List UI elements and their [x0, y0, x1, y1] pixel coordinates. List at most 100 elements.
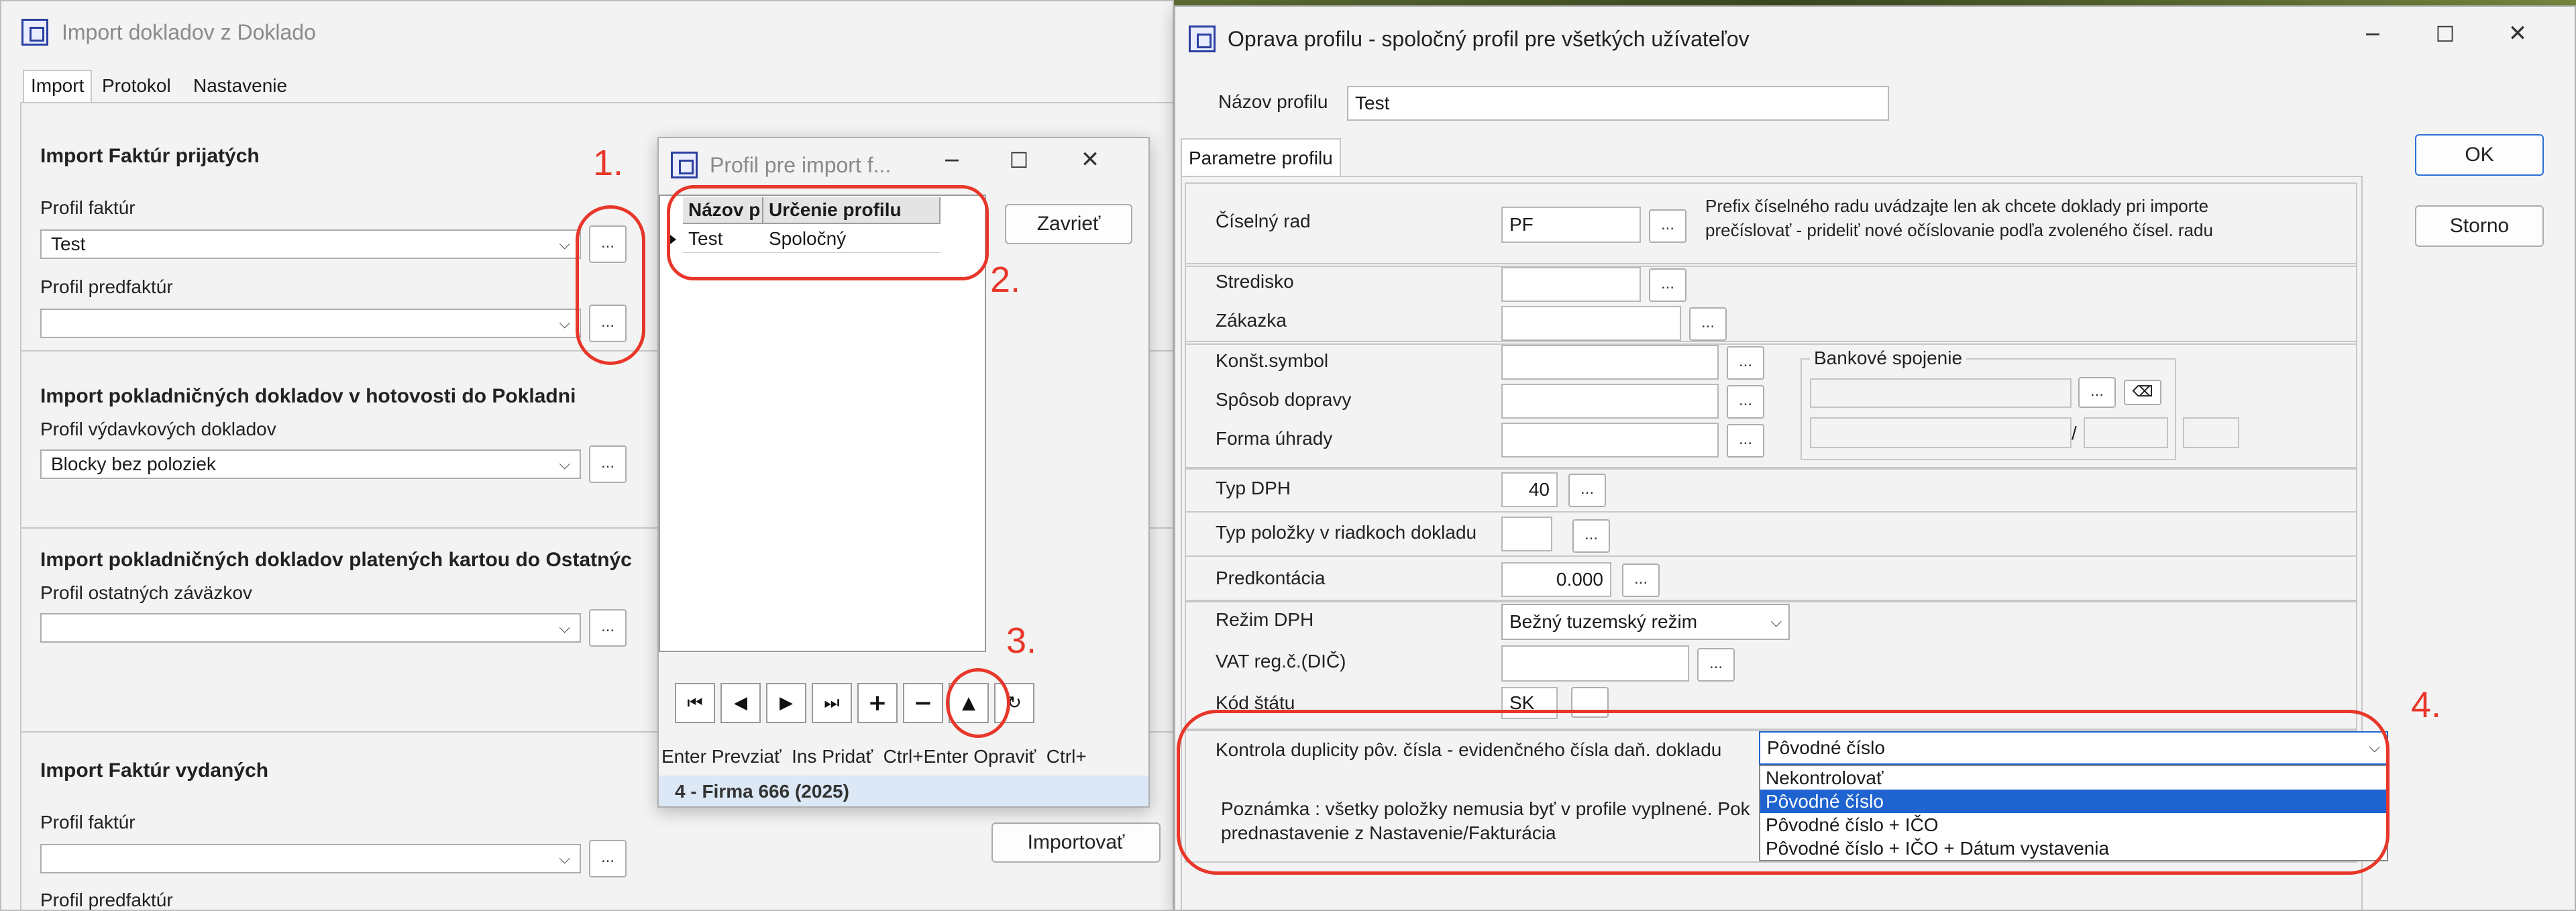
stredisko-browse-button[interactable]: ...: [1649, 268, 1686, 302]
minimize-icon[interactable]: ─: [2356, 21, 2390, 47]
forma-uhrady-browse-button[interactable]: ...: [1727, 424, 1764, 458]
bankove-specificky-input[interactable]: [2183, 417, 2239, 448]
sposob-dopravy-label: Spôsob dopravy: [1216, 389, 1352, 410]
stredisko-input[interactable]: [1501, 267, 1641, 302]
typ-polozky-input[interactable]: [1501, 517, 1552, 551]
group-predkontacia: [1185, 555, 2357, 602]
typ-dph-browse-button[interactable]: ...: [1568, 474, 1606, 507]
chevron-down-icon: ⌵: [559, 619, 570, 637]
zakazka-browse-button[interactable]: ...: [1689, 307, 1727, 341]
annotation-number-4: 4.: [2411, 685, 2442, 725]
profil-vydavkovych-value: Blocky bez poloziek: [51, 453, 216, 474]
konst-symbol-browse-button[interactable]: ...: [1727, 346, 1764, 380]
group-typ-dph: [1185, 467, 2357, 513]
bankove-cislo-input[interactable]: [1810, 417, 2072, 448]
sposob-dopravy-input[interactable]: [1501, 384, 1719, 419]
profil-ostatnych-combo[interactable]: ⌵: [40, 613, 581, 643]
add-record-icon[interactable]: +: [857, 683, 898, 723]
nazov-profilu-input[interactable]: Test: [1347, 86, 1889, 121]
zakazka-label: Zákazka: [1216, 310, 1287, 331]
forma-uhrady-input[interactable]: [1501, 423, 1719, 458]
clear-icon[interactable]: ⌫: [2124, 380, 2161, 405]
profil-faktur-vydane-browse-button[interactable]: ...: [589, 840, 627, 877]
profil-window-titlebar[interactable]: Profil pre import f... ─ ☐ ✕: [659, 138, 1148, 192]
predkontacia-label: Predkontácia: [1216, 568, 1326, 588]
vat-reg-label: VAT reg.č.(DIČ): [1216, 651, 1346, 672]
ciselny-rad-input[interactable]: PF: [1501, 207, 1641, 243]
typ-dph-value: 40: [1528, 479, 1550, 500]
bankove-ucet-input[interactable]: [1810, 378, 2072, 408]
chevron-down-icon: ⌵: [559, 455, 570, 473]
maximize-icon[interactable]: ☐: [2428, 21, 2462, 47]
annotation-circle-2: [667, 185, 989, 280]
vat-reg-browse-button[interactable]: ...: [1697, 648, 1735, 682]
previous-record-icon[interactable]: ◀: [720, 683, 761, 723]
chevron-down-icon: ⌵: [559, 235, 570, 253]
annotation-number-1: 1.: [593, 143, 624, 183]
profil-vydavkovych-browse-button[interactable]: ...: [589, 445, 627, 483]
section-faktury-prijate: Import Faktúr prijatých: [40, 145, 260, 167]
typ-polozky-label: Typ položky v riadkoch dokladu: [1216, 522, 1477, 543]
import-window-titlebar[interactable]: Import dokladov z Doklado: [1, 1, 1173, 63]
profil-faktur-combo[interactable]: Test ⌵: [40, 229, 581, 259]
bankove-browse-button[interactable]: ...: [2078, 377, 2116, 408]
storno-button[interactable]: Storno: [2415, 205, 2544, 247]
close-icon[interactable]: ✕: [1073, 146, 1107, 173]
profil-ostatnych-browse-button[interactable]: ...: [589, 609, 627, 647]
last-record-icon[interactable]: ⏭: [812, 683, 852, 723]
profil-faktur-label: Profil faktúr: [40, 197, 136, 218]
ciselny-rad-value: PF: [1509, 214, 1534, 235]
zakazka-input[interactable]: [1501, 306, 1681, 341]
profil-predfaktur-combo[interactable]: ⌵: [40, 309, 581, 338]
zavriet-button[interactable]: Zavrieť: [1005, 204, 1132, 244]
ciselny-rad-browse-button[interactable]: ...: [1649, 209, 1686, 243]
app-icon: [1189, 25, 1216, 52]
predkontacia-input[interactable]: 0.000: [1501, 562, 1611, 597]
annotation-circle-1: [576, 205, 645, 365]
import-window-title: Import dokladov z Doklado: [62, 19, 316, 44]
close-icon[interactable]: ✕: [2501, 20, 2534, 47]
next-record-icon[interactable]: ▶: [766, 683, 806, 723]
oprava-titlebar[interactable]: Oprava profilu - spoločný profil pre vše…: [1175, 7, 2575, 71]
first-record-icon[interactable]: ⏮: [675, 683, 715, 723]
annotation-circle-3: [946, 668, 1010, 738]
chevron-down-icon: ⌵: [559, 850, 570, 867]
rezim-dph-value: Bežný tuzemský režim: [1509, 611, 1698, 632]
annotation-number-2: 2.: [990, 260, 1021, 300]
profil-vydavkovych-combo[interactable]: Blocky bez poloziek ⌵: [40, 449, 581, 479]
chevron-down-icon: ⌵: [1770, 613, 1782, 631]
nazov-profilu-value: Test: [1355, 93, 1390, 113]
tab-protokol[interactable]: Protokol: [95, 71, 178, 101]
bankove-slash: /: [2072, 423, 2077, 443]
tab-parametre-profilu[interactable]: Parametre profilu: [1181, 138, 1341, 177]
profil-vydavkovych-label: Profil výdavkových dokladov: [40, 419, 276, 439]
typ-polozky-browse-button[interactable]: ...: [1572, 519, 1610, 553]
minimize-icon[interactable]: ─: [935, 148, 969, 173]
importovat-button[interactable]: Importovať: [991, 822, 1161, 863]
konst-symbol-input[interactable]: [1501, 345, 1719, 380]
sposob-dopravy-browse-button[interactable]: ...: [1727, 385, 1764, 419]
profil-faktur-vydane-combo[interactable]: ⌵: [40, 844, 581, 873]
predkontacia-browse-button[interactable]: ...: [1622, 564, 1660, 597]
profil-faktur-vydane-label: Profil faktúr: [40, 812, 136, 833]
group-stredisko: [1185, 263, 2357, 345]
typ-dph-input[interactable]: 40: [1501, 472, 1558, 507]
forma-uhrady-label: Forma úhrady: [1216, 428, 1333, 449]
ciselny-rad-label: Číselný rad: [1216, 211, 1311, 231]
group-doprava: [1185, 341, 2357, 470]
maximize-icon[interactable]: ☐: [1002, 148, 1036, 173]
bankove-kod-input[interactable]: [2084, 417, 2168, 448]
tab-import[interactable]: Import: [23, 70, 93, 103]
vat-reg-input[interactable]: [1501, 645, 1689, 682]
ok-button[interactable]: OK: [2415, 134, 2544, 176]
delete-record-icon[interactable]: −: [903, 683, 943, 723]
ciselny-rad-note-2: prečíslovať - prideliť nové očíslovanie …: [1705, 220, 2213, 240]
annotation-circle-4: [1177, 710, 2390, 875]
rezim-dph-combo[interactable]: Bežný tuzemský režim ⌵: [1501, 604, 1790, 640]
oprava-title: Oprava profilu - spoločný profil pre vše…: [1228, 26, 1750, 51]
profil-predfaktur-label: Profil predfaktúr: [40, 276, 173, 297]
stredisko-label: Stredisko: [1216, 271, 1294, 292]
status-text: 4 - Firma 666 (2025): [675, 781, 849, 802]
profil-predfaktur-vydane-label: Profil predfaktúr: [40, 890, 173, 910]
tab-nastavenie[interactable]: Nastavenie: [186, 71, 294, 101]
